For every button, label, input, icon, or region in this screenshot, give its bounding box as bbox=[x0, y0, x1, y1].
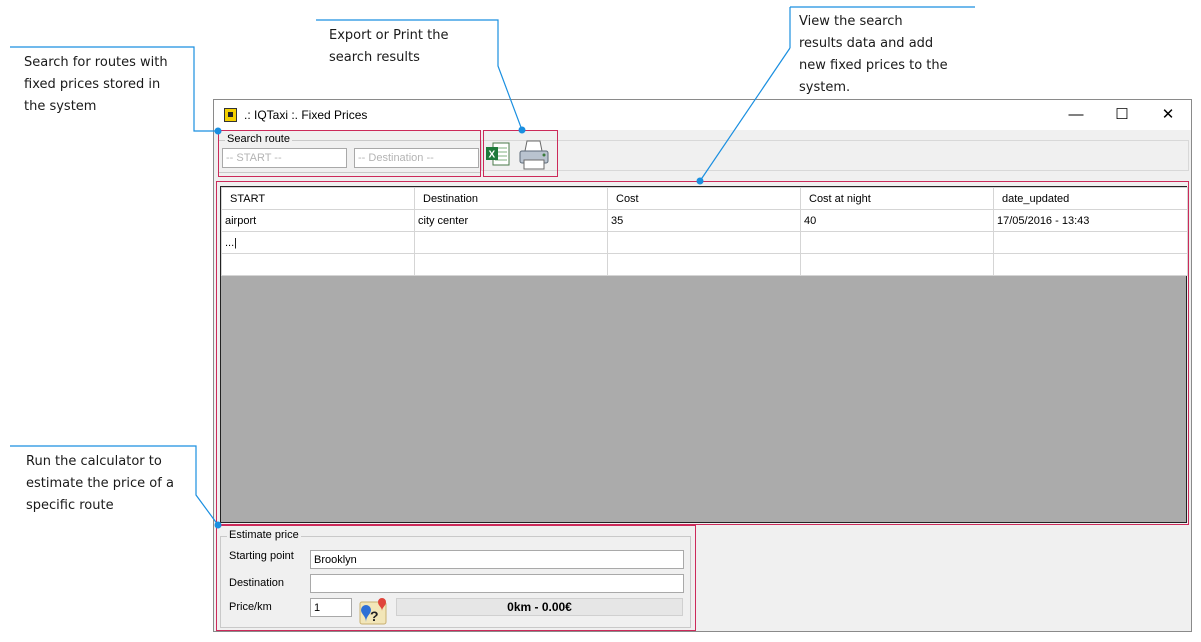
results-table: START Destination Cost Cost at night dat… bbox=[221, 187, 1188, 276]
callout-export: Export or Print the search results bbox=[329, 28, 449, 65]
table-cell[interactable]: 40 bbox=[800, 209, 994, 232]
destination-input[interactable] bbox=[310, 574, 684, 593]
column-header-start[interactable]: START bbox=[221, 187, 415, 210]
callout-search: Search for routes with fixed prices stor… bbox=[24, 55, 168, 114]
table-cell[interactable]: 17/05/2016 - 13:43 bbox=[993, 209, 1188, 232]
table-row[interactable] bbox=[221, 253, 1188, 276]
calculate-route-button[interactable]: ? bbox=[358, 596, 390, 626]
window-title: .: IQTaxi :. Fixed Prices bbox=[244, 108, 368, 122]
callout-calculator: Run the calculator to estimate the price… bbox=[26, 454, 174, 513]
search-destination-input[interactable] bbox=[354, 148, 479, 168]
title-bar: .: IQTaxi :. Fixed Prices — ☐ ✕ bbox=[214, 100, 1191, 130]
table-row[interactable]: airport city center 35 40 17/05/2016 - 1… bbox=[221, 209, 1188, 232]
printer-icon bbox=[519, 140, 549, 170]
table-cell[interactable]: airport bbox=[221, 209, 415, 232]
table-cell[interactable] bbox=[993, 253, 1188, 276]
price-per-km-input[interactable] bbox=[310, 598, 352, 617]
excel-icon: X bbox=[486, 142, 510, 166]
estimate-price-legend: Estimate price bbox=[227, 529, 301, 541]
close-button[interactable]: ✕ bbox=[1145, 100, 1191, 130]
destination-label: Destination bbox=[229, 577, 285, 589]
fixed-prices-window: .: IQTaxi :. Fixed Prices — ☐ ✕ Search r… bbox=[213, 99, 1192, 632]
minimize-button[interactable]: — bbox=[1053, 100, 1099, 130]
column-header-cost[interactable]: Cost bbox=[607, 187, 801, 210]
column-header-date-updated[interactable]: date_updated bbox=[993, 187, 1188, 210]
price-per-km-label: Price/km bbox=[229, 601, 272, 613]
svg-text:?: ? bbox=[370, 608, 379, 624]
table-row-new[interactable]: ...| bbox=[221, 231, 1188, 254]
search-start-input[interactable] bbox=[222, 148, 347, 168]
taxi-app-icon bbox=[224, 108, 237, 122]
table-cell[interactable] bbox=[221, 253, 415, 276]
column-header-cost-at-night[interactable]: Cost at night bbox=[800, 187, 994, 210]
search-route-legend: Search route bbox=[225, 133, 292, 145]
callout-view: View the search results data and add new… bbox=[799, 14, 948, 95]
table-cell[interactable] bbox=[414, 231, 608, 254]
table-cell[interactable]: city center bbox=[414, 209, 608, 232]
table-cell[interactable] bbox=[800, 253, 994, 276]
toolbar-strip bbox=[481, 140, 1189, 171]
table-cell[interactable] bbox=[800, 231, 994, 254]
maximize-button[interactable]: ☐ bbox=[1099, 100, 1145, 130]
table-cell[interactable]: 35 bbox=[607, 209, 801, 232]
table-cell[interactable] bbox=[607, 253, 801, 276]
estimated-price-display: 0km - 0.00€ bbox=[396, 598, 683, 616]
table-cell[interactable] bbox=[414, 253, 608, 276]
map-question-icon: ? bbox=[359, 598, 387, 625]
starting-point-label: Starting point bbox=[229, 550, 294, 562]
print-button[interactable] bbox=[516, 138, 552, 172]
table-cell[interactable]: ...| bbox=[221, 231, 415, 254]
export-excel-button[interactable]: X bbox=[485, 140, 513, 170]
starting-point-input[interactable] bbox=[310, 550, 684, 569]
table-header-row: START Destination Cost Cost at night dat… bbox=[221, 187, 1188, 210]
table-cell[interactable] bbox=[993, 231, 1188, 254]
results-grid[interactable]: START Destination Cost Cost at night dat… bbox=[220, 186, 1188, 523]
table-cell[interactable] bbox=[607, 231, 801, 254]
svg-text:X: X bbox=[489, 150, 496, 161]
column-header-destination[interactable]: Destination bbox=[414, 187, 608, 210]
